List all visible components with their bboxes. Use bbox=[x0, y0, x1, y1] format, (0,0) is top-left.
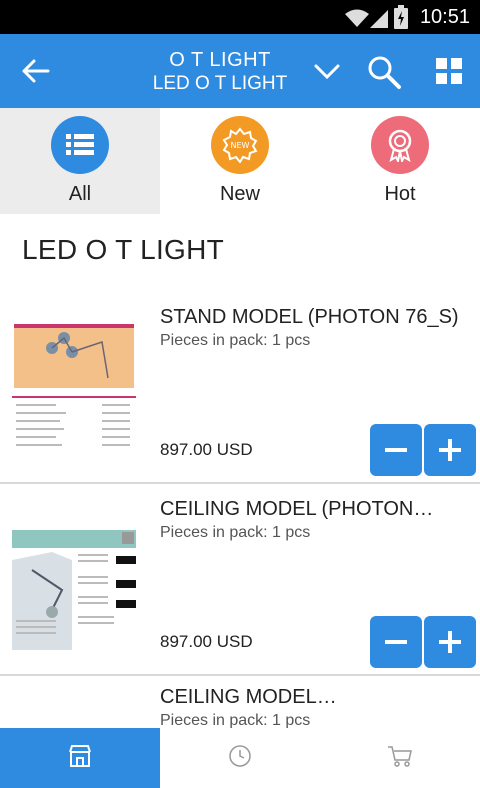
decrease-quantity-button[interactable] bbox=[370, 616, 422, 668]
product-pack: Pieces in pack: 1 pcs bbox=[160, 524, 311, 541]
svg-text:NEW: NEW bbox=[231, 141, 250, 150]
award-icon bbox=[371, 116, 429, 174]
category-label: Hot bbox=[384, 183, 416, 205]
cart-icon bbox=[386, 743, 414, 774]
grid-view-icon[interactable] bbox=[434, 56, 464, 86]
product-image[interactable] bbox=[12, 500, 136, 660]
store-icon bbox=[67, 743, 93, 774]
product-price: 897.00 USD bbox=[160, 632, 253, 651]
product-price: 897.00 USD bbox=[160, 440, 253, 459]
clock-time: 10:51 bbox=[419, 6, 470, 28]
increase-quantity-button[interactable] bbox=[424, 616, 476, 668]
product-card[interactable]: STAND MODEL (PHOTON 76_S) Pieces in pack… bbox=[0, 294, 480, 484]
increase-quantity-button[interactable] bbox=[424, 424, 476, 476]
signal-icon bbox=[370, 8, 388, 33]
list-icon bbox=[51, 116, 109, 174]
wifi-icon bbox=[344, 8, 370, 33]
nav-store[interactable] bbox=[0, 728, 160, 788]
product-card[interactable]: CEILING MODEL… Pieces in pack: 1 pcs bbox=[0, 676, 480, 728]
product-name: STAND MODEL (PHOTON 76_S) bbox=[160, 306, 459, 328]
category-label: New bbox=[219, 183, 260, 205]
product-pack: Pieces in pack: 1 pcs bbox=[160, 332, 311, 349]
decrease-quantity-button[interactable] bbox=[370, 424, 422, 476]
section-title: LED O T LIGHT bbox=[22, 234, 225, 265]
battery-charging-icon bbox=[394, 5, 408, 34]
product-name: CEILING MODEL… bbox=[160, 686, 337, 708]
chevron-down-icon[interactable] bbox=[312, 58, 342, 84]
bottom-navigation bbox=[0, 728, 480, 788]
product-image[interactable] bbox=[12, 308, 136, 468]
search-icon[interactable] bbox=[366, 54, 402, 90]
status-bar: 10:51 bbox=[0, 0, 480, 34]
back-arrow-icon[interactable] bbox=[20, 56, 52, 86]
category-new[interactable]: NEW New bbox=[160, 108, 320, 214]
app-bar-titles[interactable]: O T LIGHT LED O T LIGHT bbox=[120, 48, 320, 96]
category-tabs: All NEW New Hot bbox=[0, 108, 480, 214]
new-badge-icon: NEW bbox=[211, 116, 269, 174]
category-hot[interactable]: Hot bbox=[320, 108, 480, 214]
page-title: O T LIGHT bbox=[169, 49, 271, 71]
clock-icon bbox=[227, 743, 253, 774]
page-subtitle: LED O T LIGHT bbox=[152, 73, 288, 94]
nav-cart[interactable] bbox=[320, 728, 480, 788]
product-pack: Pieces in pack: 1 pcs bbox=[160, 712, 311, 728]
product-card[interactable]: CEILING MODEL (PHOTON… Pieces in pack: 1… bbox=[0, 486, 480, 676]
product-name: CEILING MODEL (PHOTON… bbox=[160, 498, 434, 520]
category-label: All bbox=[68, 183, 92, 205]
category-all[interactable]: All bbox=[0, 108, 160, 214]
nav-history[interactable] bbox=[160, 728, 320, 788]
app-bar: O T LIGHT LED O T LIGHT bbox=[0, 34, 480, 108]
